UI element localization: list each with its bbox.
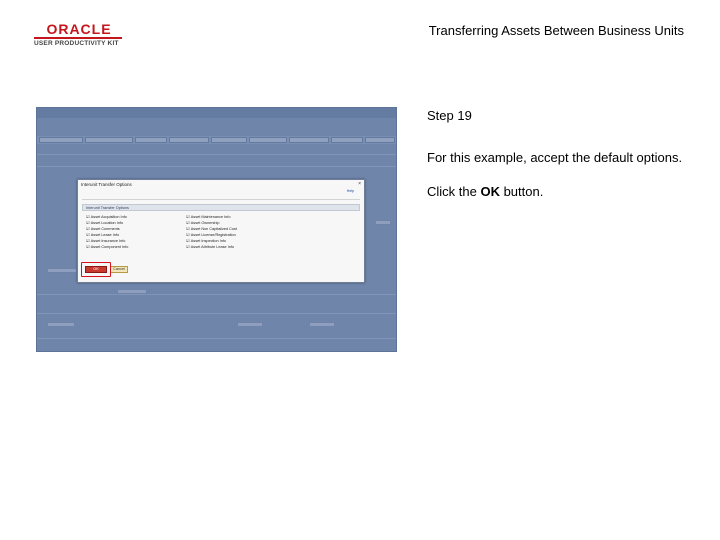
click-suffix: button.: [499, 184, 544, 199]
checkbox-attribute-lease-info[interactable]: Asset Attribute Lease Info: [186, 244, 234, 250]
ok-button-highlight: [81, 262, 111, 277]
instructions-panel: Step 19 For this example, accept the def…: [427, 107, 697, 200]
options-header: Interunit Transfer Options: [82, 204, 360, 211]
logo-brand: ORACLE: [46, 21, 112, 37]
options-header-label: Interunit Transfer Options: [86, 206, 129, 210]
click-target: OK: [480, 184, 500, 199]
dialog-title: Interunit Transfer Options: [81, 182, 132, 187]
click-instruction: Click the OK button.: [427, 183, 697, 200]
close-icon[interactable]: ×: [358, 181, 361, 187]
application-screenshot: Interunit Transfer Options × Help Interu…: [36, 107, 397, 352]
click-prefix: Click the: [427, 184, 481, 199]
transfer-options-dialog: Interunit Transfer Options × Help Interu…: [77, 179, 365, 283]
cancel-button[interactable]: Cancel: [110, 266, 128, 273]
oracle-upk-logo: ORACLE USER PRODUCTIVITY KIT: [34, 22, 124, 48]
checkbox-component-info[interactable]: Asset Component Info: [86, 244, 129, 250]
logo-product: USER PRODUCTIVITY KIT: [34, 40, 119, 47]
logo-rule: [34, 37, 122, 39]
step-label: Step 19: [427, 108, 472, 123]
document-title: Transferring Assets Between Business Uni…: [428, 23, 684, 38]
asset-info-row: [82, 193, 360, 200]
step-description: For this example, accept the default opt…: [427, 150, 683, 165]
